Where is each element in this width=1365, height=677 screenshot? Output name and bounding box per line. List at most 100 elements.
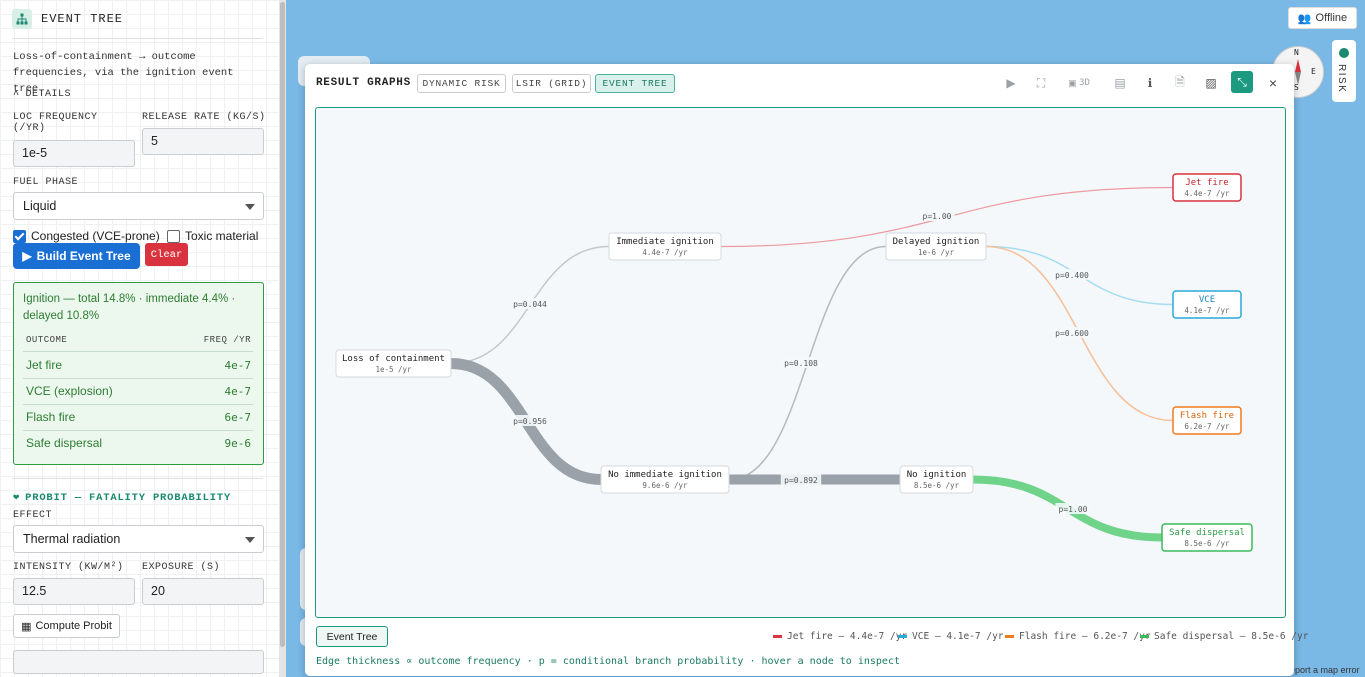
legend-item-vce: VCE — 4.1e-7 /yr (898, 631, 1004, 642)
compute-probit-button[interactable]: ▦ Compute Probit (13, 614, 120, 638)
offline-indicator[interactable]: 👥 Offline (1288, 7, 1357, 29)
outcome-name: Flash fire (26, 410, 76, 424)
edge-probability-text: p=0.956 (513, 417, 547, 426)
clear-button[interactable]: Clear (145, 243, 188, 266)
details-toggle[interactable]: ˄ DETAILS (13, 89, 71, 100)
node-flash[interactable]: Flash fire6.2e-7 /yr (1172, 406, 1242, 435)
export-csv-icon[interactable]: 🗎 (1171, 74, 1189, 92)
node-vce[interactable]: VCE4.1e-7 /yr (1172, 290, 1242, 319)
legend-label: VCE — 4.1e-7 /yr (912, 631, 1004, 642)
node-del[interactable]: Delayed ignition1e-6 /yr (885, 232, 987, 261)
table-divider (23, 351, 253, 352)
fullscreen-icon[interactable]: ⛶ (1032, 74, 1050, 92)
node-title: No ignition (907, 470, 967, 480)
node-title: Delayed ignition (893, 237, 980, 247)
info-icon[interactable]: ℹ (1141, 74, 1159, 92)
compass-north: N (1294, 48, 1299, 57)
legend-label: Flash fire — 6.2e-7 /yr (1019, 631, 1151, 642)
edge-probability-text: p=0.108 (784, 359, 818, 368)
compute-probit-label: Compute Probit (35, 620, 112, 632)
loc-frequency-input[interactable]: 1e-5 (13, 140, 135, 167)
node-title: Loss of containment (342, 354, 445, 364)
play-icon: ▶ (22, 249, 32, 263)
legend-swatch (1140, 635, 1149, 638)
intensity-input[interactable]: 12.5 (13, 578, 135, 605)
ignition-summary: Ignition — total 14.8% · immediate 4.4% … (23, 293, 236, 322)
node-title: Jet fire (1185, 178, 1228, 188)
modal-title: RESULT GRAPHS (316, 77, 411, 89)
effect-select[interactable]: Thermal radiation (13, 525, 264, 553)
chevron-down-icon (245, 204, 255, 210)
risk-label: RISK (1336, 64, 1347, 94)
fuel-phase-select[interactable]: Liquid (13, 192, 264, 220)
exposure-input[interactable]: 20 (142, 578, 264, 605)
compass-south: S (1294, 83, 1299, 92)
table-divider (23, 404, 253, 405)
edge-probability-label: p=0.044 (509, 298, 551, 309)
node-frequency: 9.6e-6 /yr (642, 481, 688, 490)
build-event-tree-button[interactable]: ▶ Build Event Tree (13, 243, 140, 269)
scrollbar-thumb[interactable] (280, 2, 285, 647)
loc-frequency-label: LOC FREQUENCY (/YR) (13, 112, 98, 134)
close-icon[interactable]: × (1264, 74, 1282, 92)
table-divider (23, 430, 253, 431)
freq-column-header: FREQ /YR (203, 335, 251, 345)
edge-probability-label: p=0.600 (1051, 327, 1093, 338)
edge-probability-label: p=0.892 (780, 474, 822, 485)
offline-label: Offline (1315, 12, 1348, 24)
edge-probability-label: p=0.400 (1051, 269, 1093, 280)
outcome-freq: 4e-7 (224, 359, 252, 372)
legend-label: Safe dispersal — 8.5e-6 /yr (1154, 631, 1309, 642)
outcome-freq: 4e-7 (224, 385, 252, 398)
legend-swatch (1005, 635, 1014, 638)
panel-scrollbar[interactable] (279, 0, 286, 677)
tab-event-tree[interactable]: EVENT TREE (595, 74, 675, 93)
fuel-phase-label: FUEL PHASE (13, 177, 79, 188)
outcome-freq: 6e-7 (224, 411, 252, 424)
panel-title: EVENT TREE (41, 12, 124, 26)
tab-event-tree-bottom[interactable]: Event Tree (316, 626, 388, 647)
calculator-icon: ▦ (21, 620, 32, 633)
legend-swatch (773, 635, 782, 638)
node-frequency: 8.5e-6 /yr (1184, 539, 1230, 548)
outcome-name: VCE (explosion) (26, 384, 113, 398)
node-title: Safe dispersal (1169, 528, 1245, 538)
probit-section-title: ❤ PROBIT — FATALITY PROBABILITY (13, 491, 232, 505)
node-imm[interactable]: Immediate ignition4.4e-7 /yr (608, 232, 722, 261)
node-noig[interactable]: No ignition8.5e-6 /yr (899, 465, 974, 494)
node-title: VCE (1199, 295, 1215, 305)
congested-checkbox[interactable]: Congested (VCE-prone) (13, 229, 160, 243)
node-frequency: 4.4e-7 /yr (1184, 189, 1230, 198)
node-frequency: 4.4e-7 /yr (642, 248, 688, 257)
tab-dynamic-risk[interactable]: DYNAMIC RISK (417, 74, 506, 93)
checkbox-unchecked-icon (167, 229, 180, 243)
node-title: No immediate ignition (608, 470, 722, 480)
effect-label: EFFECT (13, 510, 53, 521)
node-loc[interactable]: Loss of containment1e-5 /yr (335, 349, 452, 378)
result-graphs-modal: RESULT GRAPHS DYNAMIC RISK LSIR (GRID) E… (305, 64, 1308, 676)
image-export-icon[interactable]: ▨ (1202, 74, 1220, 92)
risk-panel-toggle[interactable]: RISK (1332, 40, 1356, 102)
probit-title: PROBIT — FATALITY PROBABILITY (25, 491, 232, 504)
event-tree-graph[interactable]: p=0.044 p=0.956 p=1.00 p=0.108 p=0.892 p=0.40… (315, 107, 1286, 618)
edge-probability-text: p=0.600 (1055, 329, 1089, 338)
checkbox-checked-icon (13, 229, 26, 243)
tree-icon (12, 9, 32, 29)
tab-lsir-grid[interactable]: LSIR (GRID) (512, 74, 591, 93)
play-icon[interactable]: ▶ (1002, 74, 1020, 92)
node-safe[interactable]: Safe dispersal8.5e-6 /yr (1161, 523, 1253, 552)
node-noimm[interactable]: No immediate ignition9.6e-6 /yr (600, 465, 730, 494)
edge-probability-label: p=1.00 (1055, 503, 1091, 514)
risk-icon (1339, 48, 1349, 58)
view-3d-button[interactable]: ▣ 3D (1065, 74, 1093, 92)
table-icon[interactable]: ▤ (1111, 74, 1129, 92)
toxic-checkbox[interactable]: Toxic material (167, 229, 258, 243)
legend-label: Jet fire — 4.4e-7 /yr (787, 631, 908, 642)
map-attribution[interactable]: eport a map error (1290, 665, 1360, 675)
divider (12, 478, 263, 479)
collapse-icon[interactable]: ⤡ (1231, 71, 1253, 93)
congested-label: Congested (VCE-prone) (31, 229, 160, 243)
node-jet[interactable]: Jet fire4.4e-7 /yr (1172, 173, 1242, 202)
release-rate-input[interactable]: 5 (142, 128, 264, 155)
users-icon: 👥 (1297, 12, 1312, 25)
